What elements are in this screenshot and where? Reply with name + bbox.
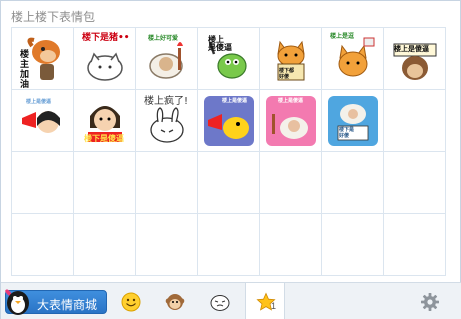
sticker-cell[interactable]: 楼上是傻逼 — [12, 90, 74, 152]
tab-favorites[interactable]: 1 — [245, 283, 285, 319]
sticker-caption: 楼上好可爱 — [148, 35, 179, 42]
tab-meme-emoji[interactable] — [200, 283, 240, 319]
empty-cell — [384, 152, 446, 214]
sticker-store-button[interactable]: 大表情商城 — [5, 289, 107, 315]
sticker-caption: 楼上 是傻逼 — [208, 35, 232, 52]
empty-cell — [260, 152, 322, 214]
sticker-caption: 楼 主 加 油 — [20, 50, 30, 90]
empty-cell — [322, 214, 384, 276]
sticker-cell[interactable]: 楼上疯了! — [136, 90, 198, 152]
monkey-icon — [165, 294, 185, 310]
sticker-caption: 楼上是逗 — [330, 33, 355, 40]
empty-cell — [12, 214, 74, 276]
tab-default-emoji[interactable] — [111, 283, 151, 319]
sticker-cell[interactable]: 楼下是傻逼 — [74, 90, 136, 152]
empty-cell — [198, 152, 260, 214]
empty-cell — [384, 214, 446, 276]
sticker-cell[interactable]: 楼上 是傻逼 — [198, 28, 260, 90]
empty-cell — [74, 214, 136, 276]
sticker-caption: 楼上是傻逼 — [278, 98, 304, 104]
empty-cell — [136, 152, 198, 214]
sticker-cell[interactable]: 楼下是猪•• — [74, 28, 136, 90]
sticker-cell[interactable]: 楼上是傻逼 — [198, 90, 260, 152]
panel-title: 楼上楼下表情包 — [11, 10, 96, 24]
sticker-caption: 楼上是傻逼 — [394, 45, 429, 53]
empty-cell — [12, 152, 74, 214]
empty-cell — [74, 152, 136, 214]
tab-monkey-emoji[interactable] — [155, 283, 195, 319]
empty-cell — [322, 152, 384, 214]
bottom-toolbar: 大表情商城 1 — [1, 282, 461, 319]
sticker-cell[interactable]: 楼下都 好傻 — [260, 28, 322, 90]
sticker-caption: 楼下都 好傻 — [279, 68, 295, 80]
sticker-cell[interactable]: 楼上是傻逼 — [260, 90, 322, 152]
penguin-logo-icon — [5, 289, 29, 315]
empty-cell — [384, 90, 446, 152]
sticker-caption: 楼上是傻逼 — [26, 99, 52, 105]
sticker-caption: 楼下是傻逼 — [84, 134, 124, 143]
sticker-cell[interactable]: 楼下是 好傻 — [322, 90, 384, 152]
sticker-orange-cat-2-image — [338, 37, 375, 77]
sticker-monkey-image — [393, 43, 437, 80]
sticker-store-label: 大表情商城 — [37, 298, 98, 312]
sticker-cell[interactable]: 楼上好可爱 — [136, 28, 198, 90]
empty-cell — [136, 214, 198, 276]
favorites-count-badge: 1 — [271, 301, 277, 311]
sticker-grid: 楼 主 加 油 楼下是猪•• 楼上好可爱 楼上 是傻逼 楼下都 好傻 楼上是逗 … — [11, 27, 446, 276]
gear-icon[interactable] — [420, 292, 440, 312]
sticker-caption: 楼下是 好傻 — [339, 127, 355, 139]
empty-cell — [198, 214, 260, 276]
emoji-panel: 楼上楼下表情包 楼 主 加 油 楼下是猪•• 楼上好可爱 楼上 是傻逼 楼下都 … — [0, 0, 461, 319]
meme-face-icon — [210, 295, 230, 311]
sticker-caption: 楼下是猪•• — [82, 33, 130, 43]
sticker-caption: 楼上是傻逼 — [222, 98, 248, 104]
sticker-caption: 楼上疯了! — [144, 96, 189, 107]
sticker-cell[interactable]: 楼上是逗 — [322, 28, 384, 90]
sticker-cell[interactable]: 楼上是傻逼 — [384, 28, 446, 90]
sticker-cell[interactable]: 楼 主 加 油 — [12, 28, 74, 90]
empty-cell — [260, 214, 322, 276]
smiley-icon — [121, 292, 141, 312]
